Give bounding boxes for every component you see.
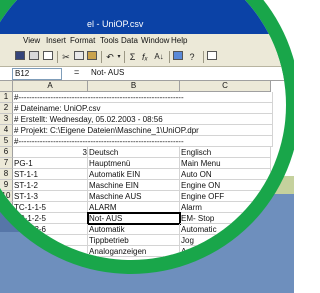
title-bar[interactable]: el - UniOP.csv — [0, 0, 286, 34]
font-box-icon[interactable] — [206, 51, 218, 63]
toolbar-separator — [101, 51, 102, 63]
row-header[interactable]: 1 — [0, 92, 13, 103]
column-header-b[interactable]: B — [88, 81, 180, 92]
table-cell-c[interactable]: Main Menu — [180, 158, 271, 169]
table-cell-a[interactable]: #---------------------------------------… — [13, 92, 273, 103]
table-cell-a[interactable]: # Erstellt: Wednesday, 05.02.2003 - 08:5… — [13, 114, 273, 125]
table-cell-b[interactable]: Maschine AUS — [88, 191, 180, 202]
table-cell-a[interactable]: TC-1-4-6 — [13, 235, 88, 246]
menu-format[interactable]: Format — [70, 36, 95, 45]
row-header[interactable]: 14 — [0, 235, 13, 246]
table-cell-c[interactable]: Englisch — [180, 147, 271, 158]
table-cell-b[interactable]: Hauptmenü — [88, 158, 180, 169]
row-header[interactable]: 10 — [0, 191, 13, 202]
toolbar-separator — [169, 51, 170, 63]
chart-wizard-icon[interactable] — [172, 51, 184, 63]
cut-icon[interactable]: ✂ — [60, 51, 72, 63]
row-header[interactable]: 11 — [0, 202, 13, 213]
menu-help[interactable]: Help — [171, 36, 187, 45]
table-cell-a[interactable]: ST-1-2 — [13, 180, 88, 191]
table-cell-c[interactable]: Analogue G — [180, 246, 271, 257]
column-header-a[interactable]: A — [13, 81, 88, 92]
table-cell-c[interactable]: Alarm — [180, 202, 271, 213]
row-header[interactable]: 13 — [0, 224, 13, 235]
row-header[interactable]: 7 — [0, 158, 13, 169]
row-header[interactable]: 5 — [0, 136, 13, 147]
row-header[interactable]: 2 — [0, 103, 13, 114]
row-header[interactable]: 3 — [0, 114, 13, 125]
formula-input[interactable]: Not- AUS — [91, 68, 124, 77]
paste-icon[interactable] — [86, 51, 98, 63]
row-header[interactable]: 15 — [0, 246, 13, 257]
table-cell-c[interactable]: Automatic — [180, 224, 271, 235]
table-cell-a[interactable] — [13, 246, 88, 257]
toolbar-separator — [57, 51, 58, 63]
table-cell-c[interactable]: Auto ON — [180, 169, 271, 180]
select-all-corner[interactable] — [0, 81, 13, 92]
screenshot-disc: el - UniOP.csv View Insert Format Tools … — [0, 0, 286, 260]
equals-sign: = — [74, 67, 80, 77]
table-cell-a[interactable]: ST-1-1 — [13, 169, 88, 180]
row-header[interactable]: 9 — [0, 180, 13, 191]
table-cell-a[interactable]: #---------------------------------------… — [13, 136, 273, 147]
function-icon[interactable]: fₓ — [139, 51, 151, 63]
toolbar-separator — [203, 51, 204, 63]
menu-tools[interactable]: Tools — [100, 36, 119, 45]
table-cell-b[interactable]: Not- AUS — [87, 212, 181, 225]
help-icon[interactable]: ? — [186, 51, 198, 63]
undo-icon[interactable]: ↶ — [104, 51, 116, 63]
column-header-c[interactable]: C — [180, 81, 271, 92]
table-cell-b[interactable]: Tippbetrieb — [88, 235, 180, 246]
table-cell-a[interactable]: TC-1-2-5 — [13, 213, 88, 224]
print-preview-icon[interactable] — [42, 51, 54, 63]
table-cell-b[interactable]: Automatik EIN — [88, 169, 180, 180]
table-cell-c[interactable]: EM- Stop — [180, 213, 271, 224]
print-icon[interactable] — [28, 51, 40, 63]
window-title: el - UniOP.csv — [87, 19, 144, 29]
table-cell-b[interactable]: Maschine EIN — [88, 180, 180, 191]
chevron-down-icon[interactable]: ▾ — [116, 51, 122, 63]
row-header[interactable]: 12 — [0, 213, 13, 224]
toolbar-separator — [124, 51, 125, 63]
menu-bar: View Insert Format Tools Data Window Hel… — [0, 34, 286, 49]
menu-window[interactable]: Window — [141, 36, 169, 45]
row-header[interactable]: 8 — [0, 169, 13, 180]
table-cell-a[interactable]: 3 — [13, 147, 88, 158]
table-cell-a[interactable]: PG-1 — [13, 158, 88, 169]
menu-view[interactable]: View — [23, 36, 40, 45]
table-cell-c[interactable]: Jog — [180, 235, 271, 246]
table-cell-b[interactable]: ALARM — [88, 202, 180, 213]
table-cell-b[interactable]: Deutsch — [88, 147, 180, 158]
copy-icon[interactable] — [73, 51, 85, 63]
table-cell-a[interactable]: ST-1-3 — [13, 191, 88, 202]
excel-window: el - UniOP.csv View Insert Format Tools … — [0, 0, 286, 260]
table-cell-a[interactable]: TC-1-1-5 — [13, 202, 88, 213]
table-cell-a[interactable]: # Dateiname: UniOP.csv — [13, 103, 273, 114]
save-icon[interactable] — [14, 51, 26, 63]
name-box[interactable]: B12 — [12, 68, 62, 80]
standard-toolbar: ✂ ↶ ▾ Σ fₓ A↓ ? — [0, 48, 286, 67]
table-cell-c[interactable]: Engine ON — [180, 180, 271, 191]
menu-data[interactable]: Data — [121, 36, 138, 45]
row-header[interactable]: 4 — [0, 125, 13, 136]
row-header[interactable]: 6 — [0, 147, 13, 158]
sort-ascending-icon[interactable]: A↓ — [152, 51, 166, 63]
table-cell-c[interactable]: Engine OFF — [180, 191, 271, 202]
menu-insert[interactable]: Insert — [46, 36, 66, 45]
autosum-icon[interactable]: Σ — [127, 51, 138, 63]
table-cell-b[interactable]: Automatik — [88, 224, 180, 235]
formula-bar: B12 = Not- AUS — [0, 67, 286, 81]
table-cell-a[interactable]: # Projekt: C:\Eigene Dateien\Maschine_1\… — [13, 125, 273, 136]
stage: el - UniOP.csv View Insert Format Tools … — [0, 0, 294, 293]
table-cell-a[interactable]: TC-1-3-6 — [13, 224, 88, 235]
table-cell-b[interactable]: Analoganzeigen — [88, 246, 180, 257]
